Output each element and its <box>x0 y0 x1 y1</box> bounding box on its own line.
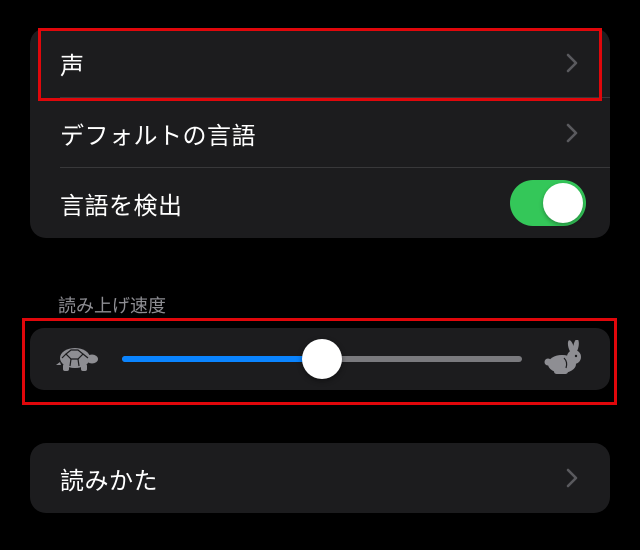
speech-rate-header: 読み上げ速度 <box>58 296 166 317</box>
pronunciations-label: 読みかた <box>60 466 158 495</box>
slider-fill <box>122 356 322 362</box>
pronunciations-row[interactable]: 読みかた <box>30 443 610 513</box>
detect-language-toggle[interactable] <box>510 180 586 226</box>
rabbit-icon <box>544 339 586 376</box>
detect-language-label: 言語を検出 <box>60 191 183 220</box>
speech-rate-slider[interactable] <box>122 339 522 379</box>
settings-group: 声 デフォルトの言語 言語を検出 <box>30 28 610 238</box>
default-language-row[interactable]: デフォルトの言語 <box>30 98 610 168</box>
voice-row[interactable]: 声 <box>30 28 610 98</box>
voice-label: 声 <box>60 51 85 80</box>
pronunciations-group: 読みかた <box>30 443 610 513</box>
detect-language-row: 言語を検出 <box>30 168 610 238</box>
default-language-label: デフォルトの言語 <box>60 121 256 150</box>
turtle-icon <box>56 342 100 374</box>
chevron-right-icon <box>562 51 582 75</box>
chevron-right-icon <box>562 466 582 490</box>
speech-rate-cell <box>30 328 610 390</box>
chevron-right-icon <box>562 121 582 145</box>
toggle-knob <box>543 183 583 223</box>
slider-thumb[interactable] <box>302 339 342 379</box>
